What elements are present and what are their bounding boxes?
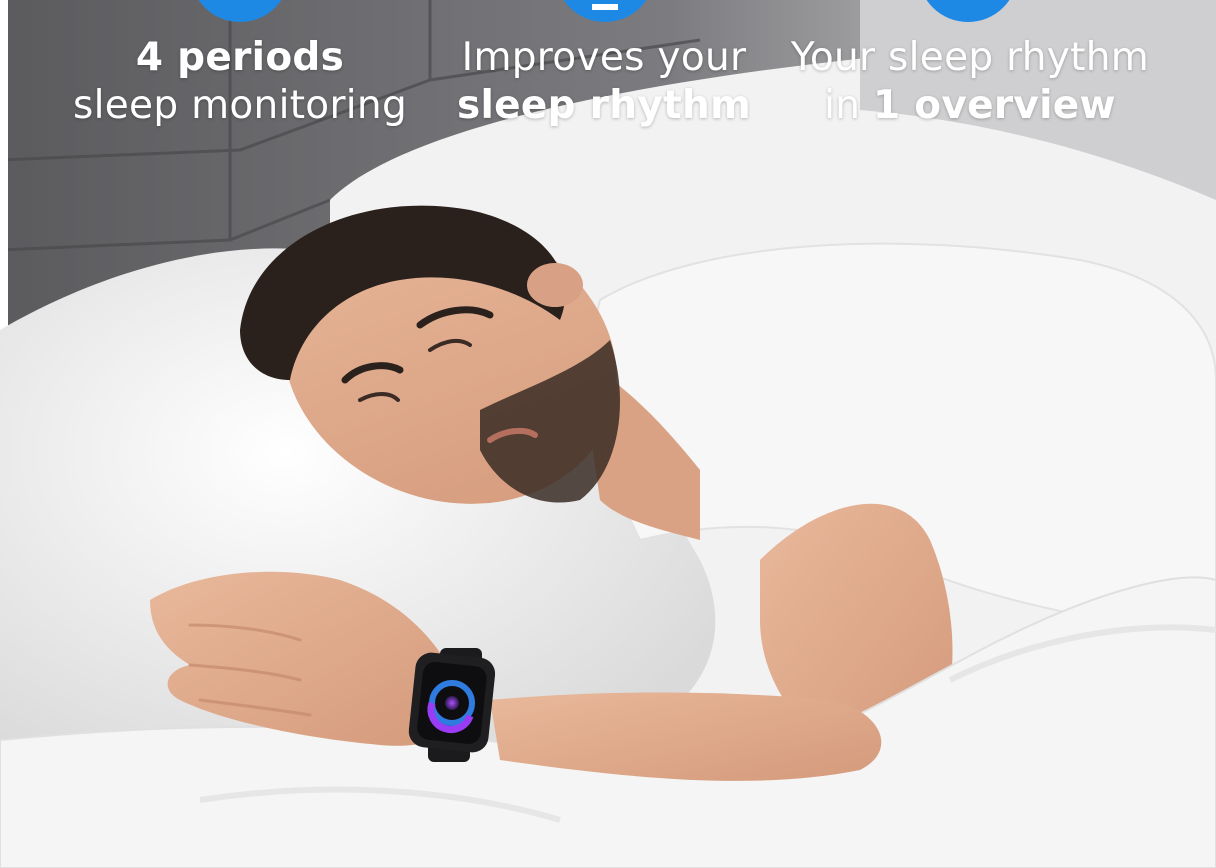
feature-3-text: Your sleep rhythm [790, 35, 1150, 80]
feature-overview: Your sleep rhythm in 1 overview [770, 34, 1170, 130]
product-banner: 4 periods sleep monitoring Improves your… [0, 0, 1216, 868]
feature-1-bold: 4 periods [135, 35, 345, 80]
feature-2-text: Improves your [461, 35, 747, 80]
feature-1-text: sleep monitoring [73, 83, 407, 128]
feature-2-bold: sleep rhythm [456, 83, 752, 128]
feature-3-bold: 1 overview [872, 83, 1116, 128]
smartwatch [408, 648, 496, 762]
feature-sleep-monitoring: 4 periods sleep monitoring [40, 34, 440, 130]
feature-sleep-rhythm: Improves your sleep rhythm [418, 34, 790, 130]
feature-3-prefix: in [824, 83, 873, 128]
sleeping-man-photo [0, 0, 1216, 868]
